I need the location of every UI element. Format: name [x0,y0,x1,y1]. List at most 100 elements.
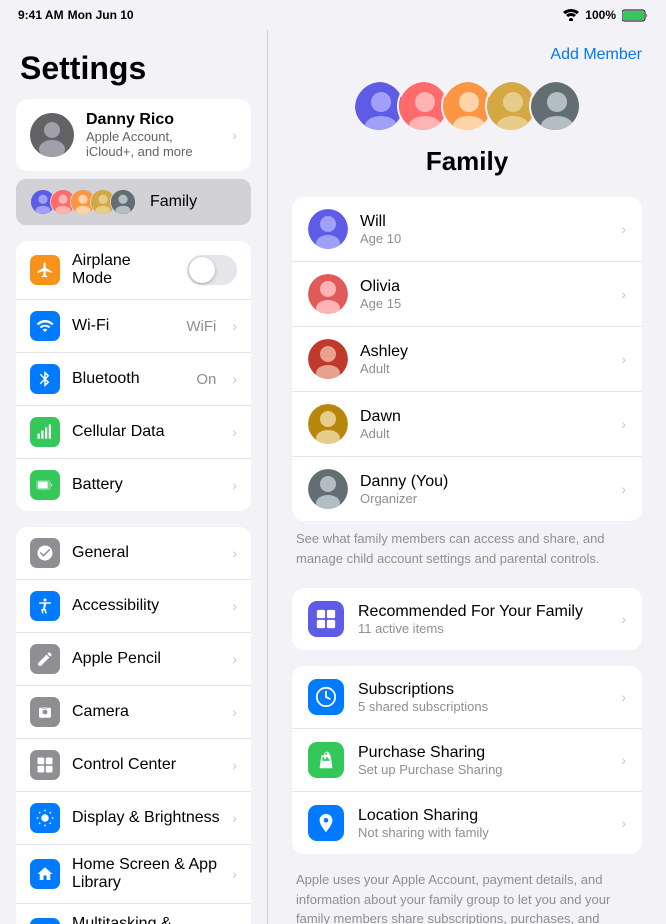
member-avatar-dawn [308,404,348,444]
purchase-info: Purchase Sharing Set up Purchase Sharing [358,744,607,777]
camera-label: Camera [72,703,220,721]
member-item-danny[interactable]: Danny (You) Organizer › [292,457,642,521]
member-name-will: Will [360,213,609,231]
feature-list-sharing: Subscriptions 5 shared subscriptions › P… [292,666,642,854]
member-age-dawn: Adult [360,426,609,441]
airplane-toggle[interactable] [187,255,237,285]
applepencil-icon [30,644,60,674]
camera-chevron: › [232,704,237,720]
general-icon [30,538,60,568]
subscriptions-icon [308,679,344,715]
sidebar-item-multitasking[interactable]: Multitasking & Gestures › [16,904,251,924]
subscriptions-info: Subscriptions 5 shared subscriptions [358,681,607,714]
feature-item-purchase[interactable]: Purchase Sharing Set up Purchase Sharing… [292,729,642,792]
status-bar: 9:41 AM Mon Jun 10 100% [0,0,666,30]
display-icon [30,803,60,833]
settings-group-system: General › Accessibility › Apple Pencil › [16,527,251,924]
sidebar-item-camera[interactable]: Camera › [16,686,251,739]
controlcenter-chevron: › [232,757,237,773]
family-access-desc: See what family members can access and s… [296,529,638,568]
bluetooth-icon [30,364,60,394]
sidebar-item-general[interactable]: General › [16,527,251,580]
purchase-title: Purchase Sharing [358,744,607,762]
applepencil-label: Apple Pencil [72,650,220,668]
sidebar-title: Settings [0,42,267,99]
add-member-button[interactable]: Add Member [550,46,642,64]
member-name-olivia: Olivia [360,278,609,296]
airplane-label: Airplane Mode [72,252,175,288]
general-chevron: › [232,545,237,561]
sidebar-item-controlcenter[interactable]: Control Center › [16,739,251,792]
member-age-danny: Organizer [360,491,609,506]
feature-item-recommended[interactable]: Recommended For Your Family 11 active it… [292,588,642,650]
wifi-value: WiFi [186,318,216,335]
sidebar-item-display[interactable]: Display & Brightness › [16,792,251,845]
member-chevron-olivia: › [621,286,626,302]
feature-list: Recommended For Your Family 11 active it… [292,588,642,650]
purchase-subtitle: Set up Purchase Sharing [358,762,607,777]
sidebar-item-cellular[interactable]: Cellular Data › [16,406,251,459]
battery-icon [622,9,648,22]
display-label: Display & Brightness [72,809,220,827]
bluetooth-value: On [196,371,216,388]
member-list: Will Age 10 › Olivia Age 15 › [292,197,642,521]
feature-item-subscriptions[interactable]: Subscriptions 5 shared subscriptions › [292,666,642,729]
airplane-icon [30,255,60,285]
location-chevron: › [621,815,626,831]
account-card[interactable]: Danny Rico Apple Account, iCloud+, and m… [16,99,251,171]
account-avatar [30,113,74,157]
applepencil-chevron: › [232,651,237,667]
location-info: Location Sharing Not sharing with family [358,807,607,840]
purchase-icon [308,742,344,778]
bottom-description: Apple uses your Apple Account, payment d… [296,870,638,924]
member-chevron-will: › [621,221,626,237]
sidebar-item-homescreen[interactable]: Home Screen & App Library › [16,845,251,904]
account-avatar-image [30,113,74,157]
multitasking-icon [30,918,60,924]
family-avatar-danny [110,189,136,215]
member-item-will[interactable]: Will Age 10 › [292,197,642,262]
member-info-olivia: Olivia Age 15 [360,278,609,311]
detail-header: Add Member [292,46,642,64]
battery-settings-icon [30,470,60,500]
purchase-chevron: › [621,752,626,768]
battery-chevron: › [232,477,237,493]
member-chevron-danny: › [621,481,626,497]
sidebar-item-airplane[interactable]: Airplane Mode [16,241,251,300]
member-age-olivia: Age 15 [360,296,609,311]
family-header-avatars [292,80,642,132]
display-chevron: › [232,810,237,826]
account-name: Danny Rico [86,111,220,129]
battery-label: Battery [72,476,220,494]
sidebar-family-item[interactable]: Family [16,179,251,225]
member-item-dawn[interactable]: Dawn Adult › [292,392,642,457]
feature-item-location[interactable]: Location Sharing Not sharing with family… [292,792,642,854]
sidebar-item-accessibility[interactable]: Accessibility › [16,580,251,633]
member-avatar-danny [308,469,348,509]
detail-panel: Add Member Family [268,30,666,924]
wifi-settings-icon [30,311,60,341]
location-icon [308,805,344,841]
cellular-label: Cellular Data [72,423,220,441]
cellular-chevron: › [232,424,237,440]
member-avatar-will [308,209,348,249]
camera-icon [30,697,60,727]
wifi-icon [563,9,579,21]
bluetooth-chevron: › [232,371,237,387]
member-item-olivia[interactable]: Olivia Age 15 › [292,262,642,327]
sidebar-item-wifi[interactable]: Wi-Fi WiFi › [16,300,251,353]
sidebar-item-battery[interactable]: Battery › [16,459,251,511]
homescreen-icon [30,859,60,889]
sidebar: Settings Danny Rico Apple Account, iClou… [0,30,268,924]
sidebar-item-applepencil[interactable]: Apple Pencil › [16,633,251,686]
recommended-icon [308,601,344,637]
member-item-ashley[interactable]: Ashley Adult › [292,327,642,392]
sidebar-item-bluetooth[interactable]: Bluetooth On › [16,353,251,406]
member-name-danny: Danny (You) [360,473,609,491]
location-subtitle: Not sharing with family [358,825,607,840]
sidebar-family-label: Family [150,193,197,211]
multitasking-label: Multitasking & Gestures [72,915,220,924]
member-age-ashley: Adult [360,361,609,376]
recommended-chevron: › [621,611,626,627]
controlcenter-icon [30,750,60,780]
